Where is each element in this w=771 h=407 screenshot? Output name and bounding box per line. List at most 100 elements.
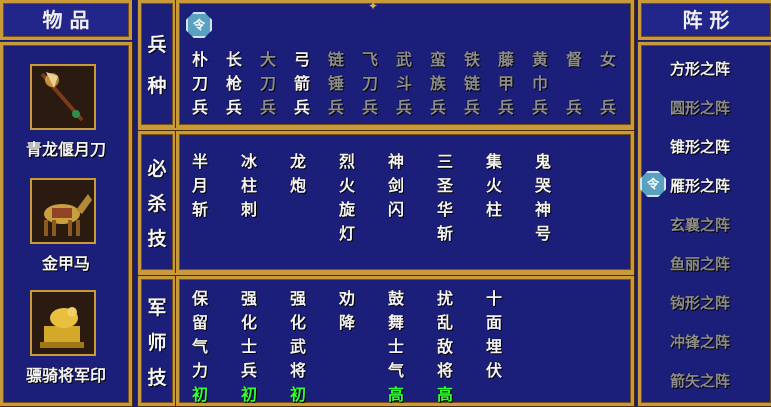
formation-item[interactable]: 圆形之阵 [670,97,730,118]
formation-item[interactable]: 玄襄之阵 [670,214,730,235]
skills-label-char: 必 [147,157,167,180]
badge-label: 令 [192,18,205,32]
tactic-column[interactable]: 强 化 武 将 初 [286,287,310,407]
troop-column[interactable]: 黄 巾 兵 [528,48,552,120]
troop-column[interactable]: 弓 箭 兵 [290,48,314,120]
skill-char: 号 [534,224,551,243]
troop-char: 兵 [293,98,310,117]
pointer-cursor-icon: ✦ [368,0,379,13]
formation-item[interactable]: 钩形之阵 [670,292,730,313]
tactic-char: 伏 [485,361,502,380]
tactic-char: 鼓 [387,289,404,308]
formation-item[interactable]: 冲锋之阵 [670,331,730,352]
item-name: 青龙偃月刀 [25,140,106,159]
troop-column[interactable]: 朴 刀 兵 [188,48,212,120]
formation-item[interactable]: 鱼丽之阵 [670,253,730,274]
skill-char: 灯 [338,224,355,243]
formations-header-label: 阵 形 [682,8,730,32]
troops-label-char: 兵 [147,34,167,56]
troop-char: 蛮 [429,50,446,69]
item-name: 金甲马 [41,254,90,273]
tactic-char: 气 [387,361,404,380]
tactic-char: 强 [289,289,306,308]
formations-header: 阵 形 [638,0,771,40]
skill-char: 火 [338,176,355,195]
tactic-char: 降 [338,313,355,332]
troop-column[interactable]: 飞 刀 兵 [358,48,382,120]
skill-column[interactable]: 集 火 柱 [482,150,506,222]
horse-icon [30,178,96,244]
troop-column[interactable]: 女 兵 [596,48,620,120]
skill-char: 鬼 [534,152,551,171]
troop-char: 朴 [191,50,208,69]
skill-column[interactable]: 冰 柱 刺 [237,150,261,222]
formation-item[interactable]: 锥形之阵 [670,136,730,157]
skill-column[interactable]: 半 月 斩 [188,150,212,222]
tactic-column[interactable]: 鼓 舞 士 气 高 [384,287,408,407]
troop-column[interactable]: 长 枪 兵 [222,48,246,120]
troop-char: 链 [463,74,480,93]
troop-char: 兵 [327,98,344,117]
tactic-level: 高 [387,385,404,404]
tactic-column[interactable]: 扰 乱 敌 将 高 [433,287,457,407]
formation-item[interactable]: 方形之阵 [670,58,730,79]
tactics-label: 军 师 技 [139,276,175,406]
formation-item[interactable]: 箭矢之阵 [670,370,730,391]
tactic-char: 舞 [387,313,404,332]
troop-char: 甲 [497,74,514,93]
skill-char: 龙 [289,152,306,171]
formation-item-selected[interactable]: 雁形之阵 [670,175,730,196]
troop-column[interactable]: 藤 甲 兵 [494,48,518,120]
skill-char: 旋 [338,200,355,219]
troop-char: 飞 [361,50,378,69]
tactic-column[interactable]: 劝 降 [335,287,359,335]
skill-char: 神 [387,152,404,171]
troop-char: 兵 [531,98,548,117]
skill-column[interactable]: 烈 火 旋 灯 [335,150,359,246]
tactic-column[interactable]: 强 化 士 兵 初 [237,287,261,407]
tactic-column[interactable]: 十 面 埋 伏 [482,287,506,383]
tactics-label-char: 技 [147,366,167,389]
tactic-char: 力 [191,361,208,380]
troop-column[interactable]: 链 锤 兵 [324,48,348,120]
troop-char: 兵 [429,98,446,117]
troop-char: 女 [599,50,616,69]
troop-column[interactable]: 大 刀 兵 [256,48,280,120]
troop-char: 督 [565,50,582,69]
tactic-level: 初 [289,385,306,404]
skill-char: 柱 [485,200,502,219]
tactic-char: 化 [289,313,306,332]
troop-column[interactable]: 蛮 族 兵 [426,48,450,120]
tactic-char: 乱 [436,313,453,332]
formation-selected-badge: 令 [640,171,666,197]
skill-column[interactable]: 三 圣 华 斩 [433,150,457,246]
troop-column[interactable]: 武 斗 兵 [392,48,416,120]
tactic-char: 化 [240,313,257,332]
skill-column[interactable]: 鬼 哭 神 号 [531,150,555,246]
troop-column[interactable]: 督 兵 [562,48,586,120]
tactic-column[interactable]: 保 留 气 力 初 [188,287,212,407]
tactic-char: 十 [485,289,502,308]
troop-char: 族 [429,74,446,93]
skill-char: 半 [191,152,208,171]
skill-column[interactable]: 龙 炮 [286,150,310,198]
troop-char: 巾 [531,74,548,93]
troop-char: 大 [259,50,276,69]
skill-char: 华 [436,200,453,219]
item-name: 骠骑将军印 [25,366,106,385]
skill-char: 集 [485,152,502,171]
troop-char: 藤 [497,50,514,69]
troop-char: 兵 [395,98,412,117]
troop-char: 武 [395,50,412,69]
seal-icon [30,290,96,356]
troop-column[interactable]: 铁 链 兵 [460,48,484,120]
troop-char: 长 [225,50,242,69]
skills-label: 必 杀 技 [139,131,175,273]
skill-column[interactable]: 神 剑 闪 [384,150,408,222]
tactics-label-char: 师 [147,331,167,354]
troop-char: 兵 [225,98,242,117]
blade-icon [30,64,96,130]
troop-char: 刀 [361,74,378,93]
tactic-char: 保 [191,289,208,308]
skill-char: 神 [534,200,551,219]
